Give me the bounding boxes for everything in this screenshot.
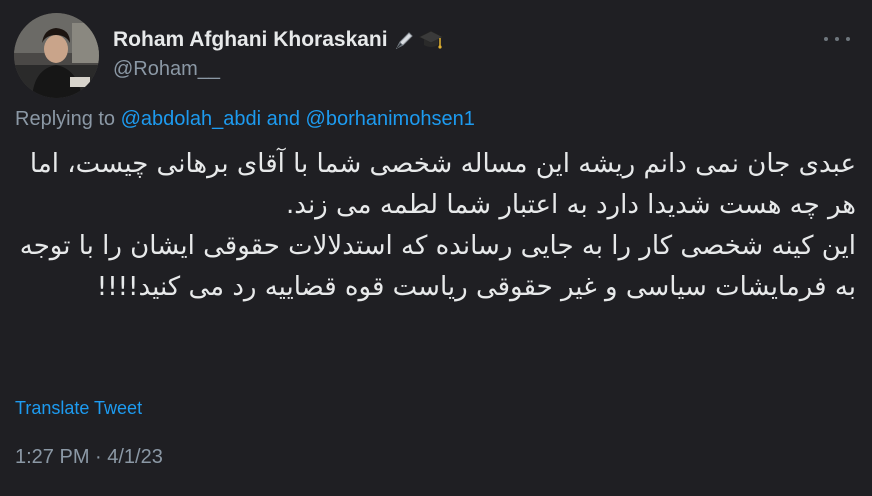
author-name-text: Roham Afghani Khoraskani: [113, 28, 388, 51]
author-name[interactable]: Roham Afghani Khoraskani: [113, 28, 444, 52]
mention-link-abdolah[interactable]: @abdolah_abdi: [121, 108, 261, 130]
author-emojis: [394, 29, 444, 51]
more-horizontal-icon[interactable]: [824, 34, 850, 44]
translate-tweet-link[interactable]: Translate Tweet: [15, 398, 142, 419]
more-dot: [824, 37, 828, 41]
tweet-card: Roham Afghani Khoraskani @Roham__ Replyi…: [0, 0, 872, 496]
replying-prefix: Replying to: [15, 108, 121, 130]
mention-joiner: and: [261, 108, 306, 130]
graduation-cap-icon: [417, 30, 444, 49]
author-handle[interactable]: @Roham__: [113, 58, 220, 81]
mention-link-borhani[interactable]: @borhanimohsen1: [306, 108, 475, 130]
more-dot: [846, 37, 850, 41]
fountain-pen-icon: [395, 32, 413, 50]
more-dot: [835, 37, 839, 41]
tweet-text: عبدی جان نمی دانم ریشه این مساله شخصی شم…: [19, 149, 856, 302]
replying-to: Replying to @abdolah_abdi and @borhanimo…: [15, 108, 475, 131]
author-avatar[interactable]: [14, 13, 99, 98]
tweet-timestamp[interactable]: 1:27 PM · 4/1/23: [15, 446, 163, 469]
profile-photo: [14, 13, 99, 98]
